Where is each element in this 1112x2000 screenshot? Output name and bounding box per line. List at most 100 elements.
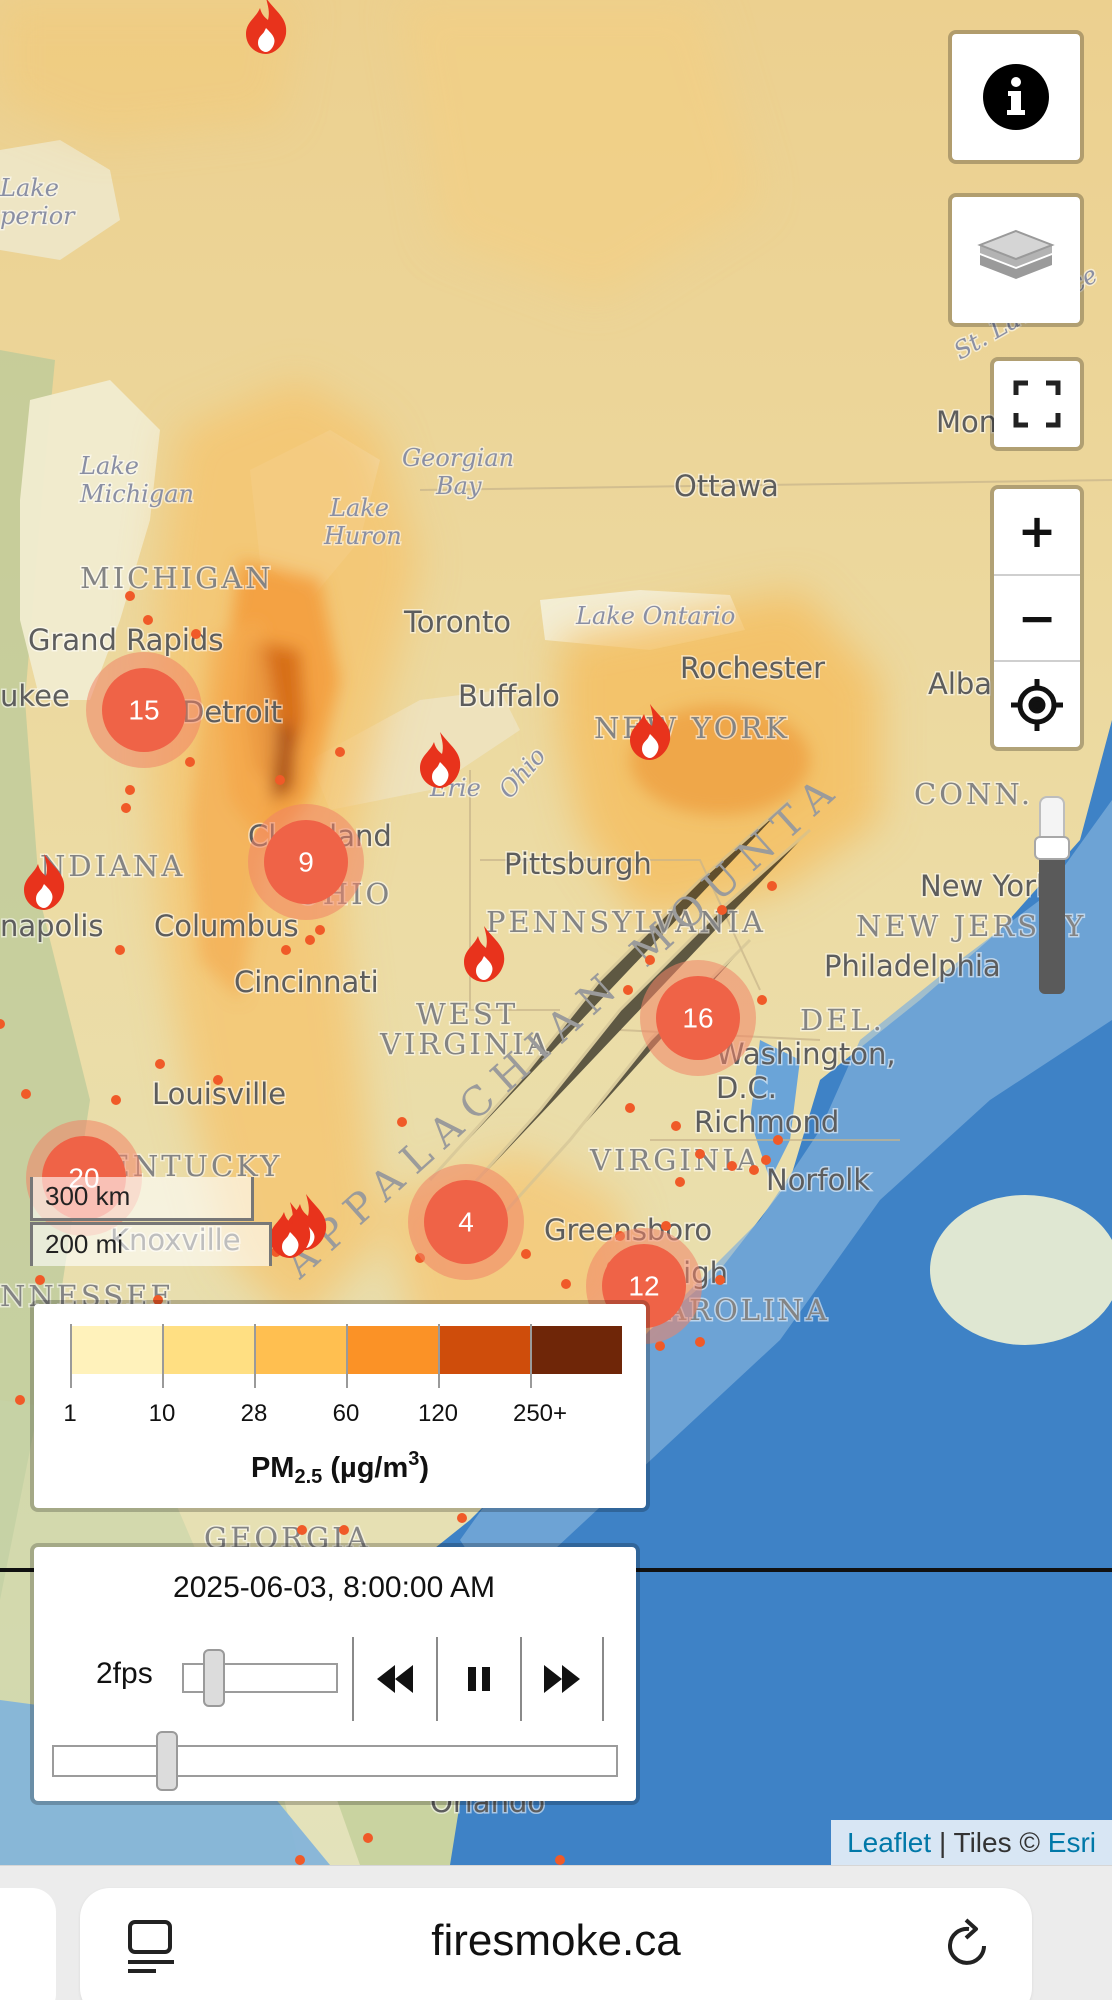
map-label-rochester: Rochester	[680, 651, 825, 685]
hotspot-dot	[15, 1395, 25, 1405]
hotspot-dot	[295, 1855, 305, 1865]
map-label-lake-ontario: Lake Ontario	[575, 602, 735, 630]
map-label-lake-michigan-1: Lake	[79, 452, 139, 480]
previous-tab-stub[interactable]	[0, 1888, 56, 2000]
fps-slider[interactable]	[182, 1649, 338, 1707]
hotspot-dot	[623, 985, 633, 995]
hotspot-dot	[661, 1221, 671, 1231]
fullscreen-icon	[1013, 380, 1061, 428]
hotspot-dot	[671, 1121, 681, 1131]
pause-button[interactable]	[436, 1637, 520, 1721]
cluster-count: 16	[682, 1003, 713, 1034]
fps-label: 2fps	[96, 1657, 153, 1690]
hotspot-dot	[773, 1135, 783, 1145]
opacity-track-fill	[1039, 852, 1065, 994]
hotspot-dot	[155, 1059, 165, 1069]
fire-cluster[interactable]: 9	[248, 804, 364, 920]
map-label-conn: CONN.	[914, 777, 1033, 811]
map-label-lake-superior-2: perior	[0, 202, 76, 230]
viewport: Grand Rapids Detroit Toronto Buffalo Rochest…	[0, 0, 1112, 2000]
reload-icon[interactable]	[944, 1916, 994, 1972]
hotspot-dot	[275, 775, 285, 785]
map-label-pittsburgh: Pittsburgh	[504, 847, 652, 881]
hotspot-dot	[675, 1177, 685, 1187]
scale-bar-mi: 200 mi	[30, 1222, 272, 1266]
esri-link[interactable]: Esri	[1048, 1827, 1096, 1858]
hotspot-dot	[695, 1149, 705, 1159]
step-backward-button[interactable]	[352, 1637, 436, 1721]
legend-label: 1	[63, 1400, 77, 1427]
map-label-albany: Alba	[928, 667, 992, 701]
locate-button[interactable]	[994, 662, 1080, 747]
zoom-in-button[interactable]: +	[994, 489, 1080, 576]
opacity-thumb[interactable]	[1034, 836, 1070, 860]
map-label-dc: D.C.	[716, 1071, 777, 1105]
leaflet-link[interactable]: Leaflet	[847, 1827, 931, 1858]
address-bar[interactable]: firesmoke.ca	[80, 1888, 1032, 2000]
pause-icon	[468, 1667, 490, 1691]
map-label-ukee: ukee	[0, 679, 70, 713]
map-label-richmond: Richmond	[694, 1105, 839, 1139]
gulf-stream-eddy	[930, 1195, 1112, 1345]
fire-cluster[interactable]: 15	[86, 652, 202, 768]
legend-tick	[254, 1324, 256, 1388]
map-label-lake-huron-2: Huron	[323, 522, 402, 550]
legend-swatch	[438, 1326, 530, 1374]
info-icon	[983, 64, 1049, 130]
legend-label: 120	[417, 1400, 459, 1427]
legend-swatch	[70, 1326, 162, 1374]
fire-cluster[interactable]: 16	[640, 960, 756, 1076]
hotspot-dot	[757, 995, 767, 1005]
cluster-count: 9	[298, 847, 314, 878]
legend-tick	[530, 1324, 532, 1388]
hotspot-dot	[339, 1525, 349, 1535]
layers-button[interactable]	[948, 193, 1084, 327]
fire-cluster[interactable]: 4	[408, 1164, 524, 1280]
pm25-legend: 1 10 28 60 120 250+ PM2.5 (µg/m3)	[30, 1300, 650, 1512]
legend-tick	[438, 1324, 440, 1388]
hotspot-dot	[143, 615, 153, 625]
legend-tick	[346, 1324, 348, 1388]
hotspot-dot	[625, 1103, 635, 1113]
hotspot-dot	[35, 1275, 45, 1285]
map-label-lake-superior-1: Lake	[0, 174, 59, 202]
hotspot-dot	[561, 1279, 571, 1289]
time-slider[interactable]	[52, 1731, 618, 1791]
hotspot-dot	[213, 1075, 223, 1085]
map-label-napolis: napolis	[0, 909, 104, 943]
step-forward-button[interactable]	[520, 1637, 604, 1721]
info-button[interactable]	[948, 30, 1084, 164]
map-label-cincinnati: Cincinnati	[234, 965, 379, 999]
map-label-grand-rapids: Grand Rapids	[28, 623, 223, 657]
cluster-count: 4	[458, 1207, 474, 1238]
crosshair-icon	[1011, 678, 1063, 731]
map-label-georgian-bay-1: Georgian	[402, 444, 514, 472]
map-label-norfolk: Norfolk	[766, 1163, 870, 1197]
map-label-new-york: New York	[920, 869, 1053, 903]
cluster-count: 12	[628, 1271, 659, 1302]
fullscreen-button[interactable]	[990, 357, 1084, 451]
hotspot-dot	[191, 629, 201, 639]
time-slider-thumb[interactable]	[156, 1731, 179, 1791]
map-label-montreal: Mon	[936, 405, 997, 439]
layer-opacity-slider[interactable]	[1034, 796, 1070, 996]
map-label-ottawa: Ottawa	[674, 469, 779, 503]
hotspot-dot	[555, 1855, 565, 1865]
hotspot-dot	[125, 785, 135, 795]
legend-swatch	[254, 1326, 346, 1374]
forward-icon	[544, 1665, 580, 1693]
time-dimension-control: 2025-06-03, 8:00:00 AM 2fps	[30, 1543, 640, 1805]
hotspot-dot	[457, 1513, 467, 1523]
fps-slider-thumb[interactable]	[202, 1649, 225, 1707]
scale-bar-km: 300 km	[30, 1177, 254, 1221]
legend-swatch	[346, 1326, 438, 1374]
hotspot-dot	[695, 1337, 705, 1347]
map-attribution: Leaflet | Tiles © Esri	[831, 1820, 1112, 1865]
hotspot-dot	[761, 1155, 771, 1165]
zoom-out-button[interactable]: −	[994, 576, 1080, 663]
legend-label: 60	[332, 1400, 360, 1427]
hotspot-dot	[281, 945, 291, 955]
zoom-controls: + −	[990, 485, 1084, 751]
map-label-lake-huron-1: Lake	[329, 494, 389, 522]
legend-label: 28	[240, 1400, 268, 1427]
